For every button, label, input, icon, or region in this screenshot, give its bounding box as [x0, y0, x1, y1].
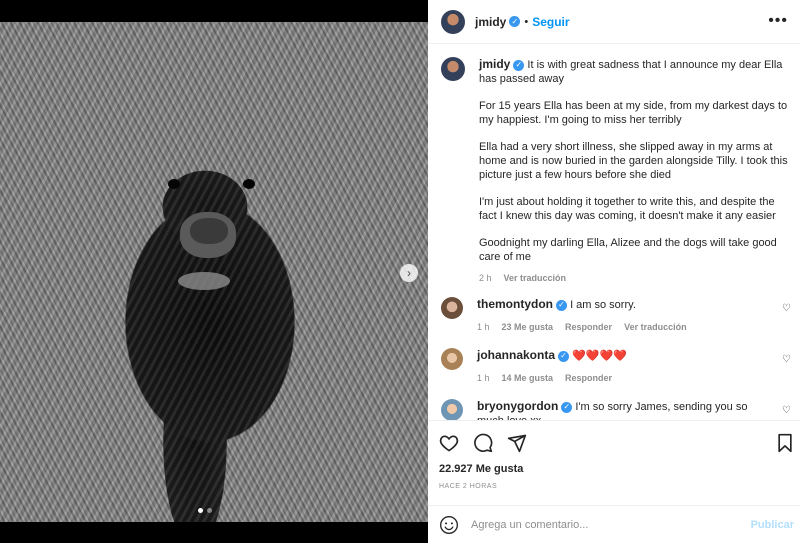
comment-age: 1 h [477, 373, 490, 383]
emoji-icon[interactable] [439, 515, 459, 535]
more-options-icon[interactable]: ••• [768, 12, 788, 30]
comment-item: johannakonta ✓ ❤️❤️❤️❤️ 1 h 14 Me gusta R… [441, 348, 791, 385]
follow-button[interactable]: Seguir [532, 15, 569, 29]
comment-body: johannakonta ✓ ❤️❤️❤️❤️ 1 h 14 Me gusta R… [477, 348, 767, 385]
comment-username[interactable]: bryonygordon [477, 399, 558, 413]
carousel-dots [198, 508, 212, 513]
add-comment-bar: Publicar [428, 505, 800, 543]
separator-dot: • [524, 15, 529, 28]
caption-paragraph: Goodnight my darling Ella, Alizee and th… [479, 237, 777, 263]
comment-age: 1 h [477, 322, 490, 332]
verified-badge-icon: ✓ [513, 59, 525, 71]
post-photo[interactable] [0, 22, 428, 522]
comment-like-heart-icon[interactable]: ♡ [782, 354, 791, 365]
reply-button[interactable]: Responder [565, 371, 612, 385]
reply-button[interactable]: Responder [565, 320, 612, 334]
caption-username[interactable]: jmidy [479, 57, 510, 71]
likes-count[interactable]: 22.927 Me gusta [439, 463, 523, 475]
comments-scroll-area[interactable]: jmidy ✓ It is with great sadness that I a… [428, 45, 800, 420]
dog-nose [190, 218, 228, 244]
post-header: jmidy ✓ • Seguir ••• [428, 0, 800, 44]
save-bookmark-icon[interactable] [776, 433, 794, 453]
caption-translate-link[interactable]: Ver traducción [504, 271, 567, 285]
caption-lead: It is with great sadness that I announce… [479, 59, 783, 85]
commenter-avatar[interactable] [441, 399, 463, 420]
author-avatar[interactable] [441, 9, 465, 34]
comment-username[interactable]: themontydon [477, 297, 553, 311]
comment-likes[interactable]: 23 Me gusta [502, 320, 554, 334]
publish-button[interactable]: Publicar [751, 519, 794, 531]
caption-meta: 2 h Ver traducción [479, 271, 791, 285]
verified-badge-icon: ✓ [556, 299, 567, 311]
post-actions: 22.927 Me gusta HACE 2 HORAS Publicar [428, 420, 800, 543]
comment-username[interactable]: johannakonta [477, 348, 555, 362]
comment-input[interactable] [471, 519, 741, 531]
action-icons [439, 433, 527, 453]
dog-eye-right [243, 179, 255, 189]
comment-likes[interactable]: 14 Me gusta [502, 371, 554, 385]
post-timestamp: HACE 2 HORAS [439, 483, 498, 490]
carousel-dot [207, 508, 212, 513]
comment-item: bryonygordon ✓ I'm so sorry James, sendin… [441, 399, 791, 420]
like-heart-icon[interactable] [439, 433, 459, 453]
caption-age: 2 h [479, 273, 492, 283]
verified-badge-icon: ✓ [561, 401, 573, 413]
comment-item: themontydon ✓ I am so sorry. 1 h 23 Me gu… [441, 297, 791, 334]
share-send-icon[interactable] [507, 433, 527, 453]
comment-body: themontydon ✓ I am so sorry. 1 h 23 Me gu… [477, 297, 767, 334]
verified-badge-icon: ✓ [558, 350, 570, 362]
caption-paragraph: Ella had a very short illness, she slipp… [479, 141, 788, 181]
commenter-avatar[interactable] [441, 297, 463, 319]
comment-like-heart-icon[interactable]: ♡ [782, 405, 791, 416]
commenter-avatar[interactable] [441, 348, 463, 370]
chevron-right-icon: › [407, 266, 411, 280]
next-photo-button[interactable]: › [400, 264, 418, 282]
comment-text: I am so sorry. [570, 299, 636, 311]
comment-translate-link[interactable]: Ver traducción [624, 320, 687, 334]
caption-paragraph: I'm just about holding it together to wr… [479, 196, 776, 222]
author-username[interactable]: jmidy [475, 15, 506, 29]
comment-text: ❤️❤️❤️❤️ [572, 350, 627, 362]
verified-badge-icon: ✓ [509, 16, 521, 27]
comment-like-heart-icon[interactable]: ♡ [782, 303, 791, 314]
post-panel: jmidy ✓ • Seguir ••• jmidy ✓ It is with g… [428, 0, 800, 543]
post-media: › [0, 0, 428, 543]
dog-chin [178, 272, 230, 290]
carousel-dot-active [198, 508, 203, 513]
comment-meta: 1 h 23 Me gusta Responder Ver traducción [477, 320, 767, 334]
caption-avatar[interactable] [441, 57, 465, 81]
caption-paragraph: For 15 years Ella has been at my side, f… [479, 100, 788, 126]
dog-eye-left [168, 179, 180, 189]
caption-body: jmidy ✓ It is with great sadness that I a… [479, 57, 791, 285]
post-caption: jmidy ✓ It is with great sadness that I a… [441, 57, 791, 285]
comment-bubble-icon[interactable] [473, 433, 493, 453]
comment-body: bryonygordon ✓ I'm so sorry James, sendin… [477, 399, 767, 420]
comment-meta: 1 h 14 Me gusta Responder [477, 371, 767, 385]
